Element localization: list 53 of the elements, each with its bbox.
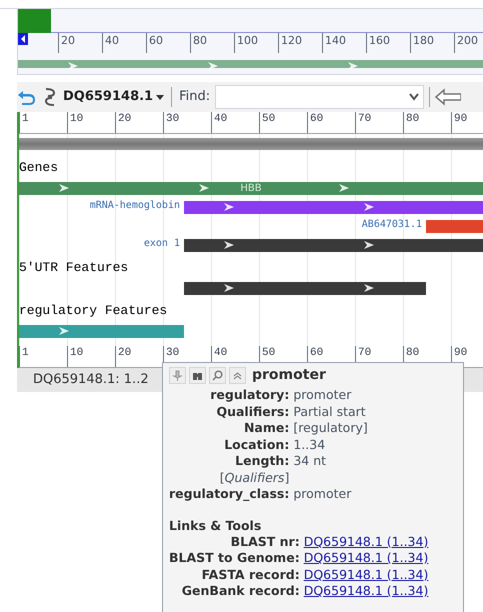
- ruler-label: 90: [451, 112, 483, 133]
- ruler-label: 140: [322, 33, 366, 53]
- feature-label[interactable]: mRNA-hemoglobin: [90, 199, 180, 213]
- record-link[interactable]: DQ659148.1 (1..34): [304, 583, 428, 600]
- ruler-label: 40: [211, 112, 259, 133]
- track-heading: Genes: [19, 158, 58, 177]
- field-value: 34 nt: [293, 453, 328, 470]
- field-value: promoter: [293, 486, 352, 502]
- find-label: Find:: [179, 88, 210, 106]
- track-heading: regulatory Features: [19, 302, 168, 320]
- record-link[interactable]: DQ659148.1 (1..34): [304, 550, 428, 566]
- ruler-label: 180: [410, 33, 454, 53]
- field-label: Name:: [242, 420, 290, 436]
- field-value: Partial start: [293, 404, 367, 420]
- ruler-label: 100: [234, 33, 278, 53]
- feature-label[interactable]: AB647031.1: [362, 218, 422, 232]
- popup-title: promoter: [252, 366, 326, 385]
- ruler-label: 80: [190, 33, 234, 53]
- links-heading: Links & Tools: [169, 516, 262, 534]
- sequence-dropdown[interactable]: DQ659148.1: [63, 87, 164, 107]
- ruler-label: 70: [355, 112, 403, 133]
- link-label: GenBank record:: [180, 583, 300, 600]
- field-value: promoter: [293, 387, 352, 404]
- field-label: regulatory:: [209, 387, 290, 404]
- ruler-label: 120: [278, 33, 322, 53]
- ruler-label: 1: [19, 112, 67, 133]
- record-link[interactable]: DQ659148.1 (1..34): [304, 566, 428, 583]
- ruler-label: 10: [67, 112, 115, 133]
- ruler-label: 20: [58, 33, 102, 53]
- field-label: Length:: [234, 453, 290, 470]
- record-link[interactable]: DQ659148.1 (1..34): [304, 534, 428, 550]
- ruler-label: 200: [454, 33, 483, 53]
- field-label: Qualifiers:: [215, 404, 290, 420]
- status-text: DQ659148.1: 1..2: [33, 371, 149, 390]
- link-label: FASTA record:: [200, 566, 300, 583]
- ruler-label: 40: [102, 33, 146, 53]
- field-value: 1..34: [293, 436, 326, 453]
- ruler-label: 30: [163, 112, 211, 133]
- ruler-label: 60: [307, 112, 355, 133]
- field-value: [regulatory]: [293, 420, 369, 436]
- qualifiers-note: [Qualifiers]: [218, 470, 290, 486]
- link-label: BLAST nr:: [230, 534, 300, 550]
- feature-label: HBB: [240, 183, 262, 194]
- ruler-label: 60: [146, 33, 190, 53]
- field-label: regulatory_class:: [169, 486, 290, 502]
- feature-label[interactable]: exon 1: [144, 237, 180, 251]
- ruler-label: 80: [403, 112, 451, 133]
- ruler-label: 50: [259, 112, 307, 133]
- link-label: BLAST to Genome:: [169, 550, 300, 566]
- track-heading: 5'UTR Features: [19, 258, 128, 277]
- ruler-label: 20: [115, 112, 163, 133]
- ruler-label: 160: [366, 33, 410, 53]
- field-label: Location:: [223, 436, 290, 453]
